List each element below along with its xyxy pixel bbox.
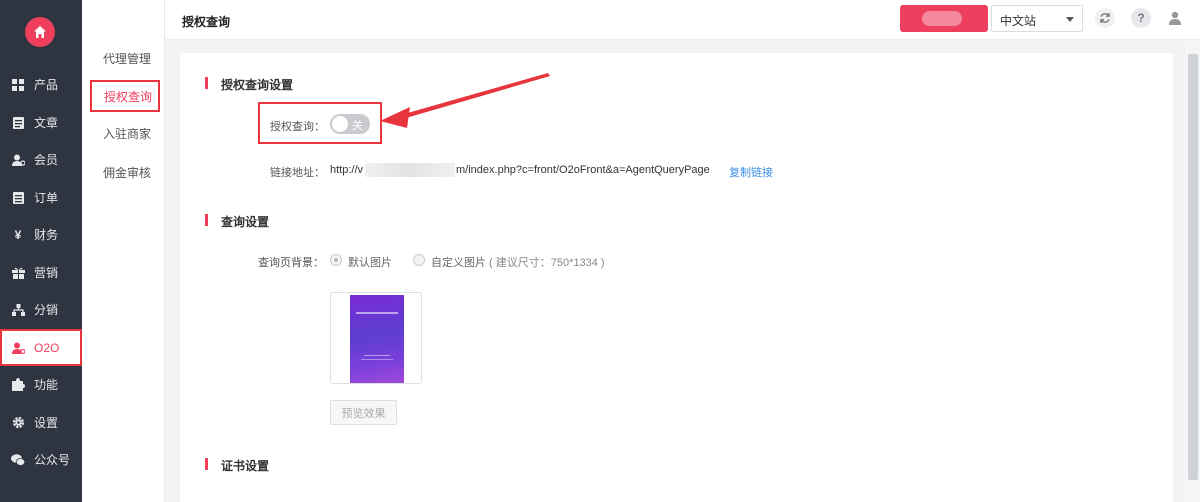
user-icon — [1169, 11, 1181, 25]
section-title-cert-settings: 证书设置 — [205, 457, 269, 474]
nav-item-label: 分销 — [34, 303, 59, 317]
preview-button[interactable]: 预览效果 — [330, 400, 397, 425]
nav-item-label: 会员 — [34, 153, 59, 167]
radio-custom-image[interactable] — [413, 254, 425, 266]
link-suffix: m/index.php?c=front/O2oFront&a=AgentQuer… — [456, 164, 710, 176]
chevron-down-icon — [1066, 17, 1074, 22]
nav-item-label: 设置 — [34, 416, 59, 430]
redacted-url — [365, 163, 455, 177]
nav-item-label: 营销 — [34, 266, 59, 280]
order-icon — [11, 191, 25, 205]
radio-default-image[interactable] — [330, 254, 342, 266]
site-select-value: 中文站 — [1000, 14, 1037, 28]
redacted-text — [922, 11, 962, 26]
auth-query-toggle[interactable]: 关 — [330, 114, 370, 134]
gift-icon — [11, 266, 25, 280]
nav-item-wechat[interactable]: 公众号 — [0, 441, 82, 478]
radio-custom-label: 自定义图片 — [431, 257, 486, 269]
nav-item-label: 公众号 — [34, 453, 71, 467]
hierarchy-icon — [11, 303, 25, 317]
wechat-icon — [11, 453, 25, 467]
top-header: 授权查询 中文站 ? — [165, 0, 1200, 40]
copy-link-button[interactable]: 复制链接 — [729, 164, 773, 180]
home-button[interactable] — [25, 17, 55, 47]
o2o-icon — [11, 341, 25, 355]
toggle-state-text: 关 — [352, 120, 363, 132]
sub-sidebar: 代理管理 授权查询 入驻商家 佣金审核 — [82, 0, 165, 502]
vertical-scrollbar[interactable] — [1186, 40, 1200, 502]
radio-default-label: 默认图片 — [348, 257, 392, 269]
nav-item-features[interactable]: 功能 — [0, 366, 82, 403]
home-icon — [34, 26, 46, 38]
yen-icon: ¥ — [14, 227, 22, 242]
section-title-query-settings: 查询设置 — [205, 213, 269, 230]
nav-item-finance[interactable]: ¥ 财务 — [0, 216, 82, 253]
nav-item-o2o[interactable]: O2O — [0, 329, 82, 366]
subnav-item-merchants[interactable]: 入驻商家 — [82, 118, 165, 148]
section-title-auth-settings: 授权查询设置 — [205, 76, 293, 93]
nav-item-label: 文章 — [34, 116, 59, 130]
subnav-item-auth-query[interactable]: 授权查询 — [90, 80, 160, 112]
annotation-arrow — [380, 73, 550, 128]
nav-item-marketing[interactable]: 营销 — [0, 254, 82, 291]
link-prefix: http://v — [330, 164, 364, 176]
site-select[interactable]: 中文站 — [991, 5, 1083, 32]
nav-item-products[interactable]: 产品 — [0, 66, 82, 103]
refresh-icon — [1100, 13, 1110, 23]
help-button[interactable]: ? — [1131, 8, 1151, 28]
grid-icon — [11, 78, 25, 92]
puzzle-icon — [11, 378, 25, 392]
nav-item-label: 财务 — [34, 228, 59, 242]
nav-item-label: 订单 — [34, 191, 59, 205]
member-icon — [11, 153, 25, 167]
scroll-thumb[interactable] — [1188, 54, 1198, 480]
main-sidebar: 产品 文章 会员 订单 ¥ 财务 营销 分销 O2O 功能 设置 公众号 — [0, 0, 82, 502]
background-label: 查询页背景： — [258, 257, 324, 269]
background-preview-image — [350, 295, 404, 383]
nav-item-label: O2O — [34, 340, 60, 355]
article-icon — [11, 116, 25, 130]
subnav-item-agent-management[interactable]: 代理管理 — [82, 43, 165, 73]
subnav-item-commission-review[interactable]: 佣金审核 — [82, 157, 165, 187]
nav-item-settings[interactable]: 设置 — [0, 404, 82, 441]
nav-item-distribution[interactable]: 分销 — [0, 291, 82, 328]
nav-item-label: 产品 — [34, 78, 59, 92]
toggle-knob — [332, 116, 348, 132]
nav-item-members[interactable]: 会员 — [0, 141, 82, 178]
gear-icon — [11, 416, 25, 430]
question-icon: ? — [1137, 11, 1145, 25]
nav-item-label: 功能 — [34, 378, 59, 392]
nav-item-orders[interactable]: 订单 — [0, 179, 82, 216]
link-label: 链接地址： — [270, 167, 325, 179]
page-title: 授权查询 — [182, 15, 231, 29]
background-thumbnail[interactable] — [330, 292, 422, 384]
refresh-button[interactable] — [1095, 8, 1115, 28]
user-button[interactable] — [1165, 8, 1185, 28]
size-hint: ( 建议尺寸：750*1334 ) — [489, 257, 605, 269]
account-button[interactable] — [900, 5, 988, 32]
nav-item-articles[interactable]: 文章 — [0, 104, 82, 141]
toggle-label: 授权查询： — [270, 121, 325, 133]
